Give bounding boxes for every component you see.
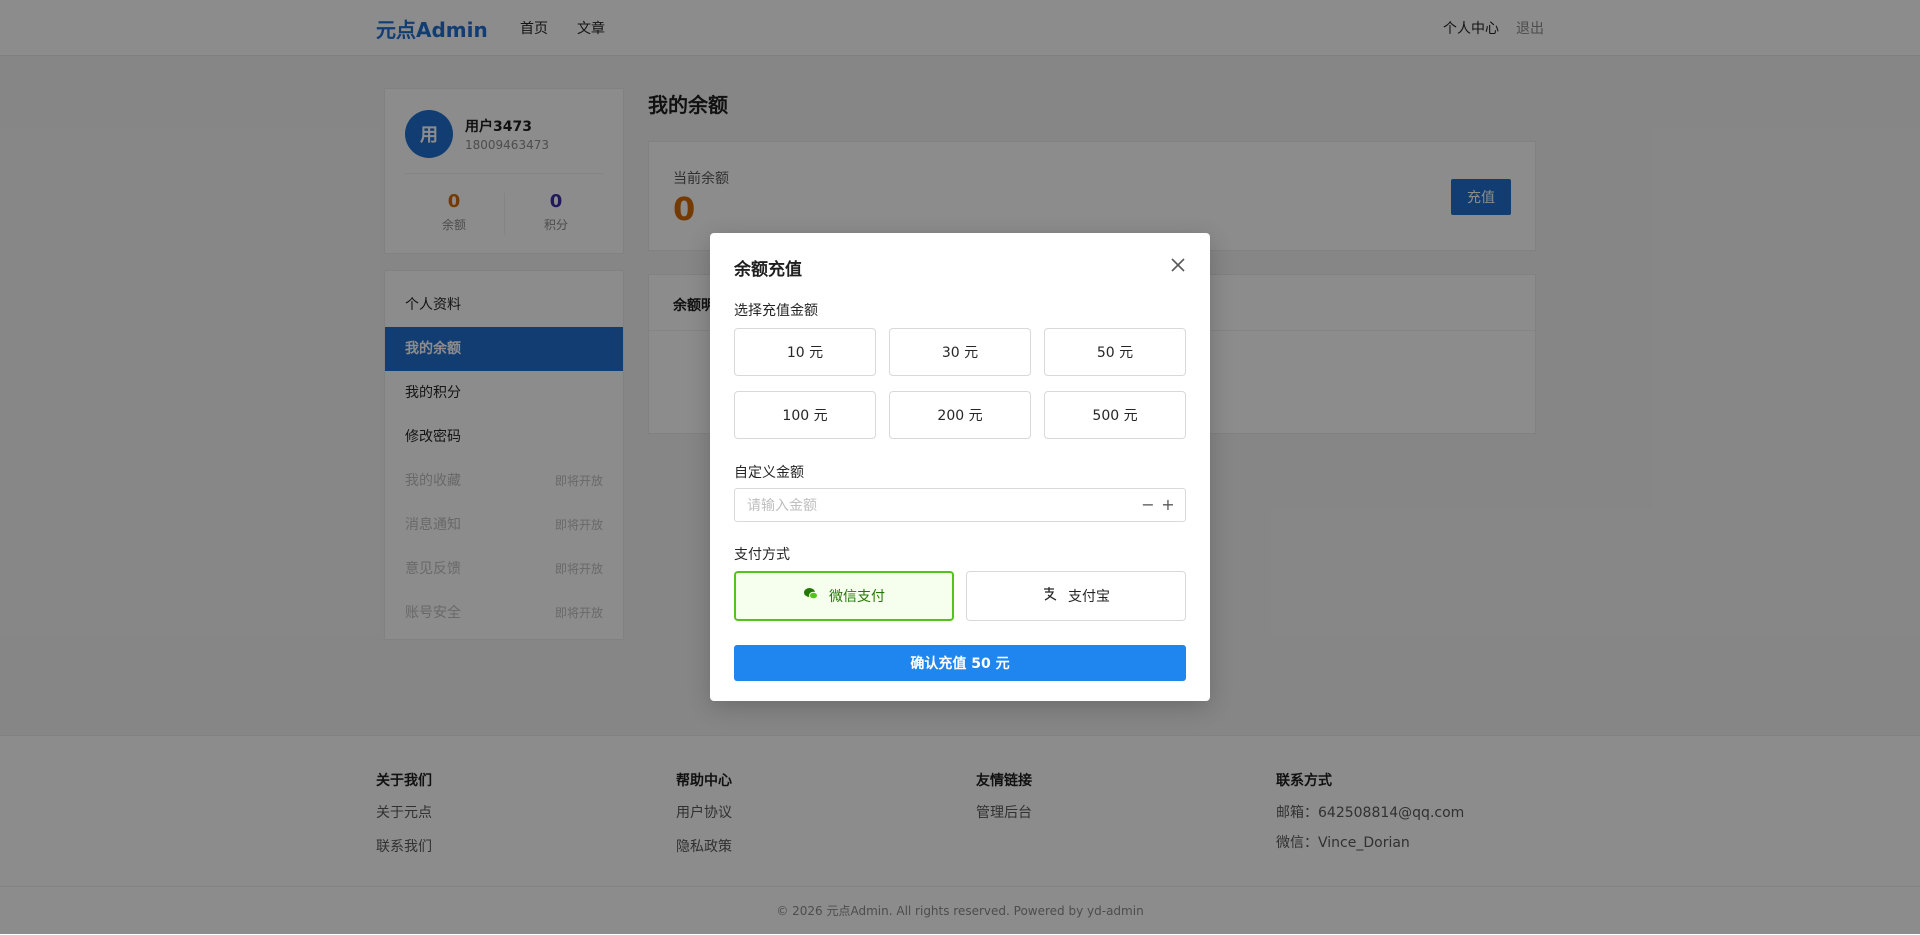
wechat-pay-label: 微信支付 bbox=[829, 589, 885, 605]
payment-method-label: 支付方式 bbox=[734, 547, 790, 563]
custom-amount-field: − + bbox=[734, 488, 1186, 523]
amount-option-200[interactable]: 200 元 bbox=[889, 391, 1031, 439]
custom-amount-input[interactable] bbox=[745, 489, 1129, 523]
alipay-option[interactable]: 支付宝 bbox=[966, 571, 1186, 621]
amount-option-50[interactable]: 50 元 bbox=[1044, 328, 1186, 376]
confirm-recharge-button[interactable]: 确认充值 50 元 bbox=[734, 645, 1186, 681]
alipay-icon bbox=[1042, 586, 1058, 606]
close-icon[interactable] bbox=[1168, 255, 1188, 275]
recharge-modal: 余额充值 选择充值金额 10 元 30 元 50 元 100 元 200 元 5… bbox=[710, 233, 1210, 701]
amount-section-label: 选择充值金额 bbox=[734, 303, 818, 319]
plus-icon[interactable]: + bbox=[1159, 495, 1177, 515]
wechat-pay-option[interactable]: 微信支付 bbox=[734, 571, 954, 621]
modal-title: 余额充值 bbox=[734, 260, 802, 280]
custom-amount-label: 自定义金额 bbox=[734, 465, 804, 481]
amount-option-500[interactable]: 500 元 bbox=[1044, 391, 1186, 439]
amount-option-30[interactable]: 30 元 bbox=[889, 328, 1031, 376]
minus-icon[interactable]: − bbox=[1139, 495, 1157, 515]
wechat-icon bbox=[803, 586, 819, 606]
alipay-label: 支付宝 bbox=[1068, 589, 1110, 605]
amount-option-100[interactable]: 100 元 bbox=[734, 391, 876, 439]
amount-option-10[interactable]: 10 元 bbox=[734, 328, 876, 376]
